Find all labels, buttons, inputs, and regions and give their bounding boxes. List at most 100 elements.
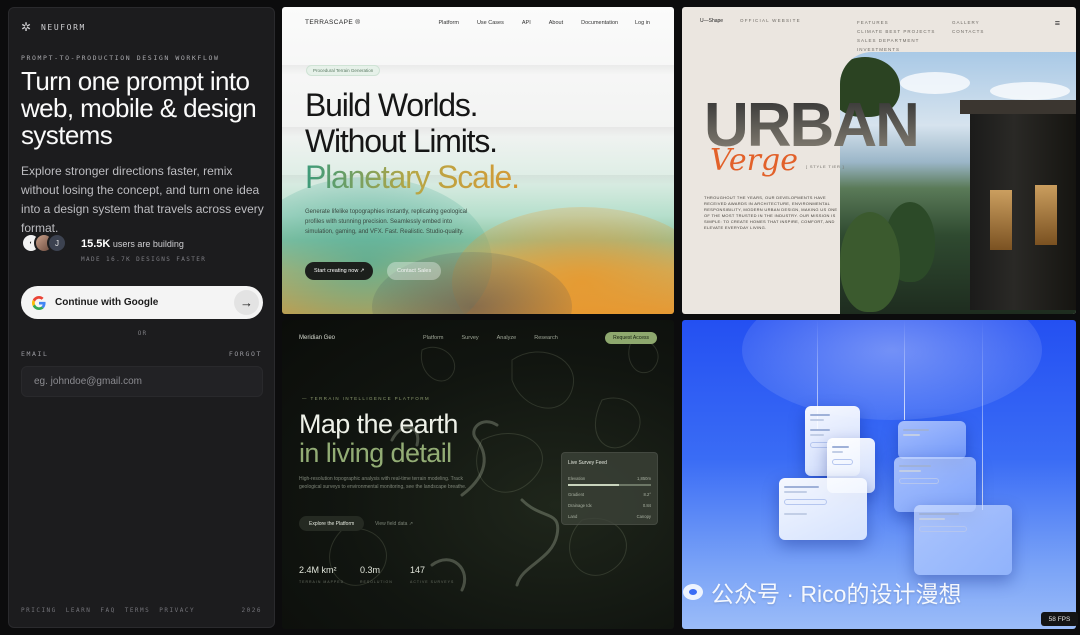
eyebrow: PROMPT-TO-PRODUCTION DESIGN WORKFLOW [21,54,220,62]
email-field[interactable] [21,366,263,397]
eyebrow: — TERRAIN INTELLIGENCE PLATFORM [302,396,430,401]
row-key: Gradient [568,492,585,497]
meridian-logo[interactable]: Meridian Geo [299,335,335,341]
row-key: Land [568,514,578,519]
stat-resolution: 0.3m RESOLUTION [360,565,393,584]
menu-column-2: GALLERY CONTACTS [952,18,984,36]
meridian-nav: Meridian Geo Platform Survey Analyze Res… [299,332,657,344]
glass-card [779,478,867,540]
row-value: 1,850m [637,476,651,481]
start-creating-button[interactable]: Start creating now ↗ [305,262,374,280]
arrow-right-icon: → [234,290,259,315]
style-tag: [ STYLE TIER ] [806,164,845,169]
nav-link-research[interactable]: Research [534,335,558,341]
meridian-geo-preview[interactable]: Meridian Geo Platform Survey Analyze Res… [282,320,674,629]
hero-body: High-resolution topographic analysis wit… [299,476,467,490]
view-field-data-link[interactable]: View field data ↗ [375,521,413,527]
menu-item[interactable]: CLIMATE BEST PROJECTS [857,27,935,36]
card-row: Drainage Idx 0.84 [568,503,651,508]
card-row: Elevation 1,850m [568,476,651,481]
terrascape-nav: TERRASCAPE ® Platform Use Cases API Abou… [305,19,650,26]
nav-link-platform[interactable]: Platform [423,335,443,341]
login-link[interactable]: Log in [635,20,650,26]
urban-body: THROUGHOUT THE YEARS, OUR DEVELOPMENTS H… [704,195,838,230]
users-count-line: 15.5K users are building [81,238,184,250]
nav-link-api[interactable]: API [522,20,531,26]
menu-column-1: FEATURES CLIMATE BEST PROJECTS SALES DEP… [857,18,935,54]
hero-body: Generate lifelike topographies instantly… [305,209,468,235]
row-value: Canopy [636,514,651,519]
row-key: Drainage Idx [568,503,592,508]
users-subtext: MADE 16.7K DESIGNS FASTER [81,256,207,263]
headline-line-2: in living detail [299,438,452,468]
brand-name: NEUFORM [41,22,86,32]
google-icon [32,295,46,310]
tree [840,212,900,312]
wall [970,114,1076,310]
forgot-link[interactable]: FORGOT [229,350,262,358]
screen: ✲ NEUFORM PROMPT-TO-PRODUCTION DESIGN WO… [0,0,1080,635]
terrascape-preview[interactable]: TERRASCAPE ® Platform Use Cases API Abou… [282,7,674,314]
urban-subtitle: Verge [710,143,798,178]
site-label: OFFICIAL WEBSITE [740,18,801,23]
elevation-bar [568,484,651,486]
stat-value: 147 [410,565,426,575]
footer-link-learn[interactable]: LEARN [66,607,92,614]
watermark-text: 公众号 · Rico的设计漫想 [711,581,962,607]
nav-link-survey[interactable]: Survey [462,335,479,341]
menu-item[interactable]: FEATURES [857,18,935,27]
glass-card [914,505,1012,575]
stat-label: TERRAIN MAPPED [299,580,345,584]
users-count: 15.5K [81,238,111,250]
fps-counter: 58 FPS [1041,612,1078,626]
footer-link-faq[interactable]: FAQ [100,607,115,614]
stat-label: RESOLUTION [360,580,393,584]
avatar: J [47,233,67,253]
menu-item[interactable]: INVESTMENTS [857,45,935,54]
live-survey-card: Live Survey Feed Elevation 1,850m Gradien… [561,452,658,525]
avatar-stack: ◐ J [21,233,67,253]
headline-line-2: Without Limits. [305,123,498,159]
hamburger-menu-icon[interactable]: ≡ [1055,18,1060,28]
stat-terrain-mapped: 2.4M km² TERRAIN MAPPED [299,565,344,584]
headline-line-1: Map the earth [299,409,458,439]
footer-link-pricing[interactable]: PRICING [21,607,57,614]
menu-item[interactable]: CONTACTS [952,27,984,36]
nav-link-use-cases[interactable]: Use Cases [477,20,504,26]
light-beam [904,320,905,420]
menu-item[interactable]: SALES DEPARTMENT [857,36,935,45]
glass-card [898,421,966,459]
row-value: 8.2° [643,492,652,497]
cloud [990,82,1070,100]
signin-panel: ✲ NEUFORM PROMPT-TO-PRODUCTION DESIGN WO… [8,7,275,628]
request-access-button[interactable]: Request Access [605,332,657,344]
urban-verge-preview[interactable]: U—Shape OFFICIAL WEBSITE FEATURES CLIMAT… [682,7,1076,314]
house [940,100,1076,310]
light-glow [742,320,1042,420]
footer-link-terms[interactable]: TERMS [125,607,151,614]
continue-with-google-button[interactable]: Continue with Google → [21,286,263,319]
menu-item[interactable]: GALLERY [952,18,984,27]
brand[interactable]: ✲ NEUFORM [21,21,86,33]
row-key: Elevation [568,476,586,481]
wechat-icon [683,584,703,600]
gear-logo-icon: ✲ [21,20,32,34]
explore-platform-button[interactable]: Explore the Platform [299,516,365,531]
card-row: Gradient 8.2° [568,492,651,497]
headline-line-3: Planetary Scale. [305,159,520,195]
row-value: 0.84 [642,503,651,508]
contact-sales-button[interactable]: Contact Sales [387,262,442,280]
email-label: EMAIL [21,350,49,358]
terrascape-logo[interactable]: TERRASCAPE ® [305,19,360,26]
watermark: 公众号 · Rico的设计漫想 [683,575,961,609]
nav-link-analyze[interactable]: Analyze [497,335,517,341]
nav-link-documentation[interactable]: Documentation [581,20,618,26]
glass-card [894,457,976,512]
stat-value: 2.4M km² [299,565,337,575]
nav-link-about[interactable]: About [549,20,563,26]
nav-link-platform[interactable]: Platform [438,20,458,26]
urban-logo[interactable]: U—Shape [700,18,723,24]
footer-year: 2026 [241,607,262,614]
users-suffix: users are building [110,239,184,249]
footer-link-privacy[interactable]: PRIVACY [159,607,195,614]
